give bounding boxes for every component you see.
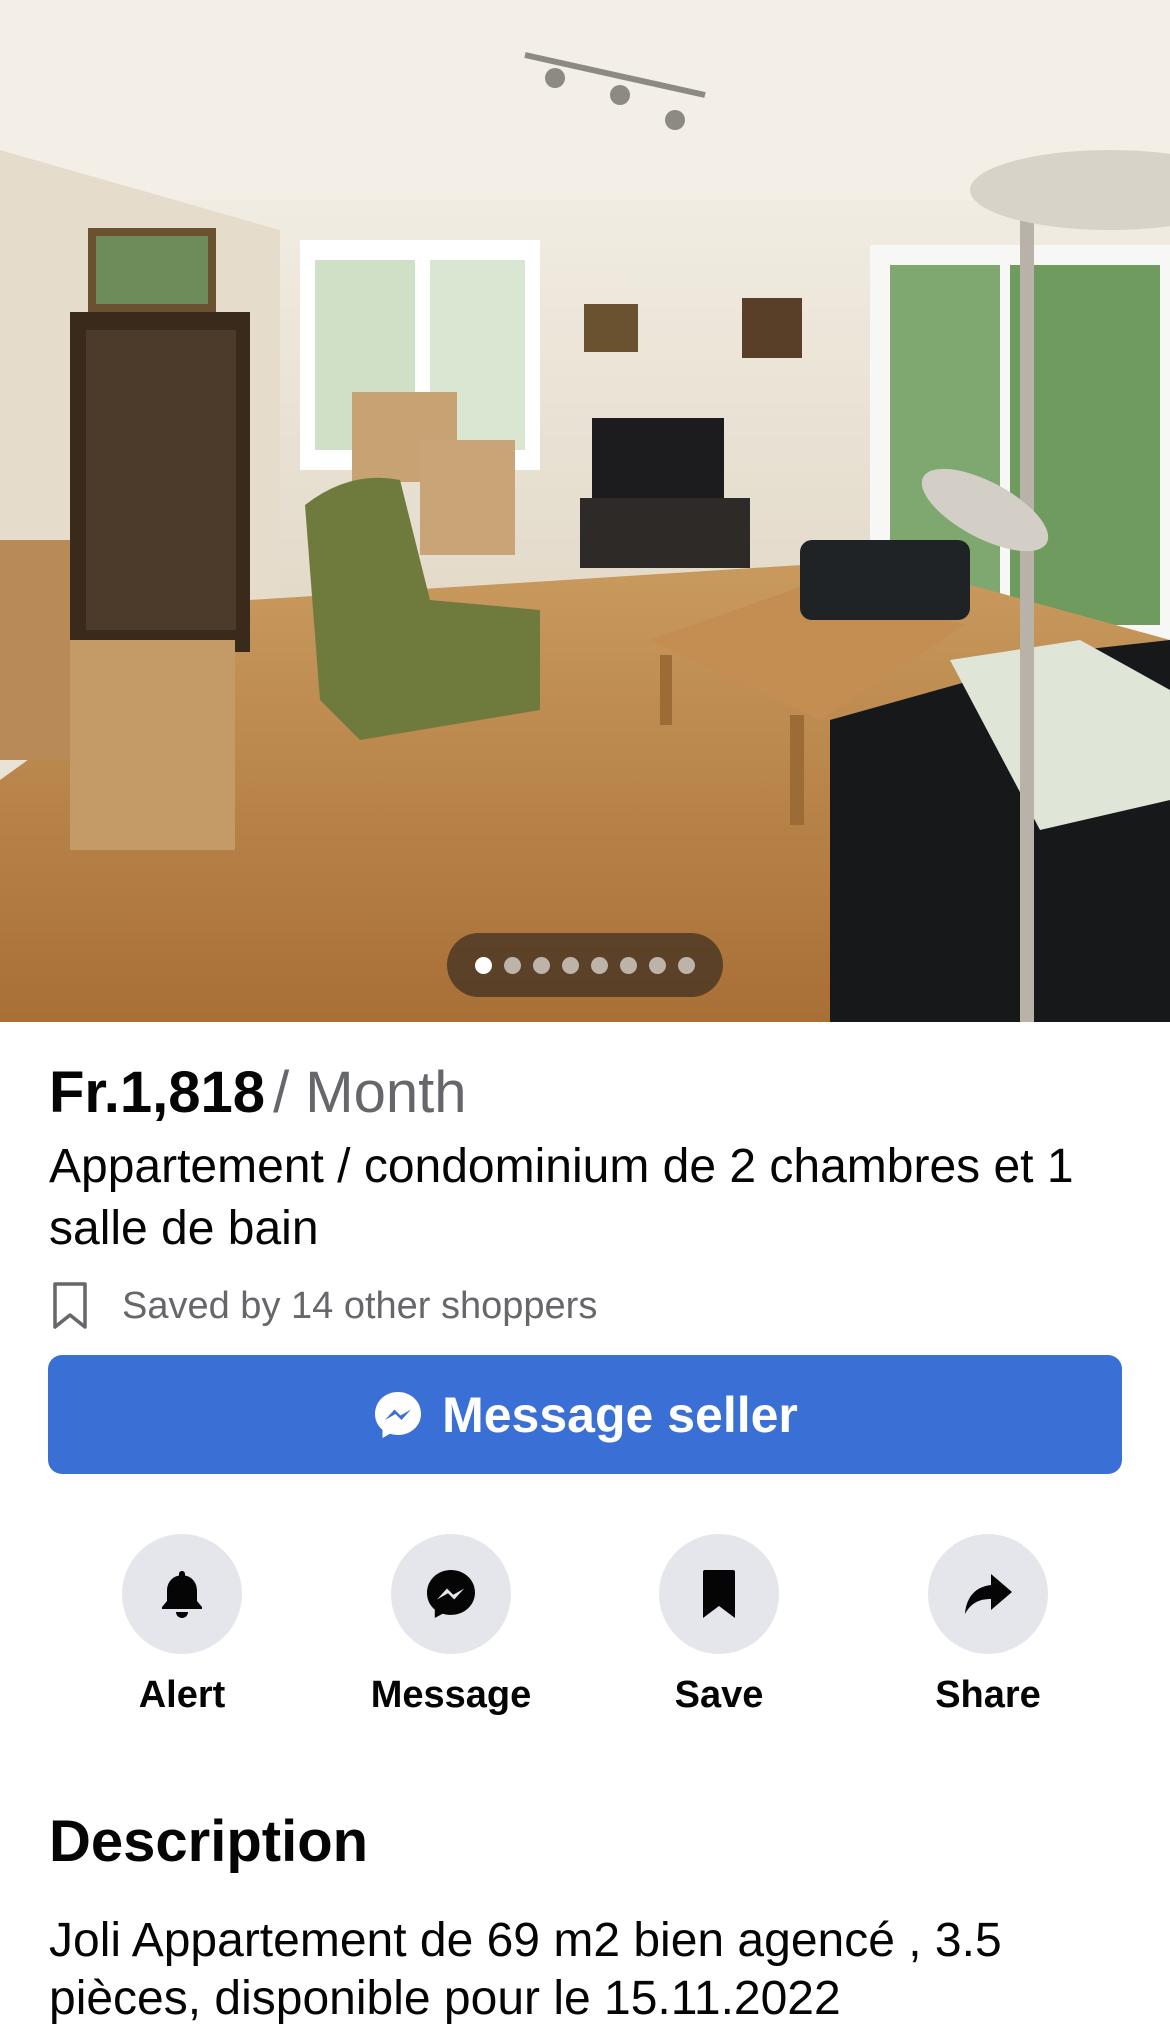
bell-icon bbox=[162, 1571, 202, 1618]
message-seller-button[interactable]: Message seller bbox=[48, 1355, 1122, 1474]
photo-pager[interactable] bbox=[447, 933, 723, 997]
saved-count-text: Saved by 14 other shoppers bbox=[122, 1284, 598, 1327]
pager-dot[interactable] bbox=[678, 956, 695, 974]
message-button-circle[interactable] bbox=[391, 1534, 511, 1654]
alert-button-circle[interactable] bbox=[122, 1534, 242, 1654]
action-bar: Alert Message Save Share bbox=[0, 1534, 1170, 1724]
listing-photo-gallery[interactable] bbox=[0, 0, 1170, 1022]
share-label: Share bbox=[935, 1674, 1041, 1716]
listing-price: Fr.1,818 bbox=[49, 1060, 266, 1125]
message-button[interactable]: Message bbox=[331, 1534, 571, 1717]
message-seller-label: Message seller bbox=[442, 1386, 798, 1443]
description-heading: Description bbox=[49, 1809, 369, 1874]
alert-button[interactable]: Alert bbox=[62, 1534, 302, 1717]
save-button[interactable]: Save bbox=[599, 1534, 839, 1717]
saved-count-row: Saved by 14 other shoppers bbox=[52, 1278, 597, 1334]
message-label: Message bbox=[370, 1674, 532, 1716]
pager-dot[interactable] bbox=[533, 956, 550, 974]
pager-dot[interactable] bbox=[591, 956, 608, 974]
pager-dot[interactable] bbox=[620, 956, 637, 974]
price-row: Fr.1,818/ Month bbox=[49, 1060, 467, 1126]
messenger-icon bbox=[427, 1570, 475, 1618]
listing-photo bbox=[0, 0, 1170, 1022]
price-period: / Month bbox=[273, 1060, 467, 1125]
description-body: Joli Appartement de 69 m2 bien agencé , … bbox=[49, 1914, 1002, 2025]
share-button[interactable]: Share bbox=[868, 1534, 1108, 1717]
save-label: Save bbox=[674, 1674, 764, 1716]
messenger-icon bbox=[375, 1391, 422, 1438]
save-button-circle[interactable] bbox=[659, 1534, 779, 1654]
listing-title: Appartement / condominium de 2 chambres … bbox=[49, 1140, 1074, 1255]
alert-label: Alert bbox=[138, 1674, 226, 1716]
pager-dot[interactable] bbox=[562, 956, 579, 974]
bookmark-icon bbox=[703, 1570, 735, 1618]
share-arrow-icon bbox=[965, 1574, 1012, 1614]
pager-dot[interactable] bbox=[504, 956, 521, 974]
bookmark-outline-icon bbox=[53, 1282, 87, 1329]
pager-dot[interactable] bbox=[475, 956, 492, 974]
share-button-circle[interactable] bbox=[928, 1534, 1048, 1654]
pager-dot[interactable] bbox=[649, 956, 666, 974]
